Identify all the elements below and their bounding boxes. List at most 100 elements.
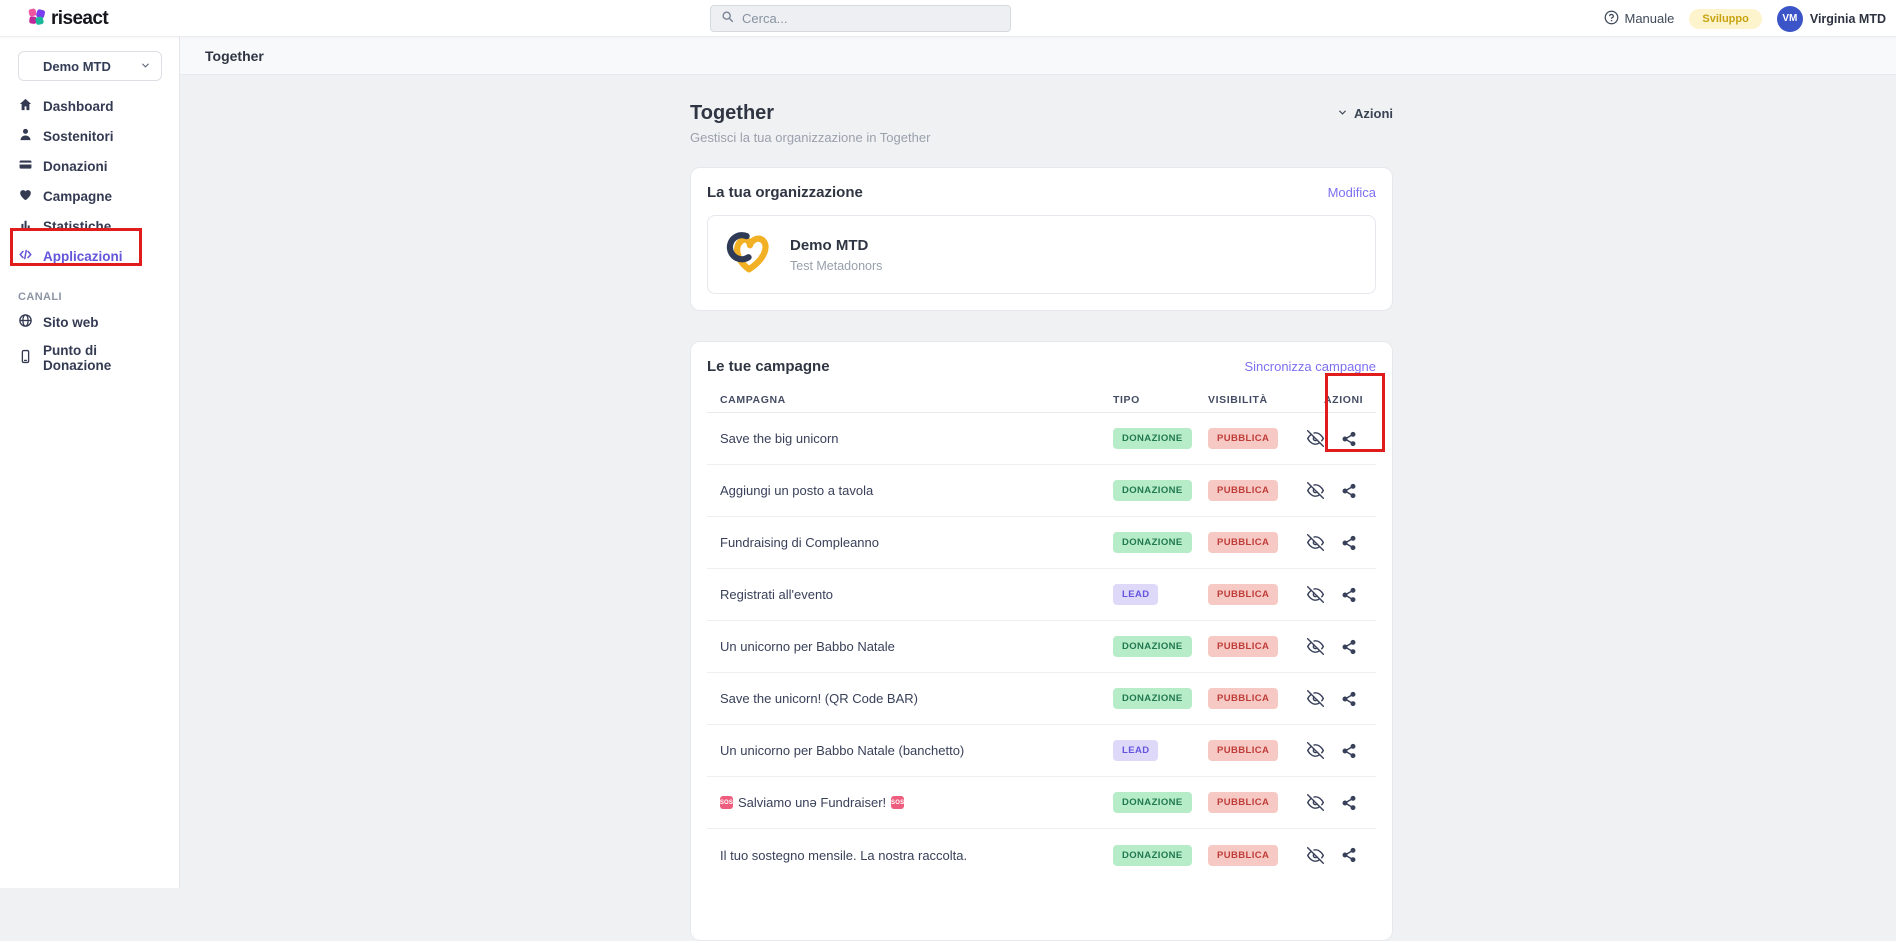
share-campaign-button[interactable] <box>1340 430 1358 448</box>
share-icon <box>1341 847 1357 863</box>
table-row[interactable]: SOS Salviamo unə Fundraiser! SOS DONAZIO… <box>707 777 1376 829</box>
type-badge: DONAZIONE <box>1113 688 1192 709</box>
campaign-name: Il tuo sostegno mensile. La nostra racco… <box>720 848 967 863</box>
edit-organization-link[interactable]: Modifica <box>1328 185 1376 200</box>
manual-link[interactable]: Manuale <box>1604 10 1675 28</box>
content-column: Together Gestisci la tua organizzazione … <box>690 75 1393 941</box>
table-row[interactable]: SOS Un unicorno per Babbo Natale SOS DON… <box>707 621 1376 673</box>
sidebar-item-punto-di-donazione[interactable]: Punto di Donazione <box>0 337 179 379</box>
main-area: Together Together Gestisci la tua organi… <box>180 37 1896 888</box>
eye-off-icon <box>1307 742 1324 759</box>
type-badge: LEAD <box>1113 584 1158 605</box>
top-bar: riseact Manuale Sviluppo VM Virginia MTD <box>0 0 1896 37</box>
topbar-right: Manuale Sviluppo VM Virginia MTD <box>1604 0 1887 37</box>
share-campaign-button[interactable] <box>1340 690 1358 708</box>
sidebar-item-statistiche[interactable]: Statistiche <box>0 211 179 241</box>
person-icon <box>18 127 33 145</box>
hide-campaign-button[interactable] <box>1306 794 1324 812</box>
sidebar-item-label: Campagne <box>43 189 112 204</box>
sidebar-section-canali: CANALI <box>0 287 179 307</box>
eye-off-icon <box>1307 482 1324 499</box>
sidebar-item-sostenitori[interactable]: Sostenitori <box>0 121 179 151</box>
table-row[interactable]: SOS Un unicorno per Babbo Natale (banche… <box>707 725 1376 777</box>
share-campaign-button[interactable] <box>1340 534 1358 552</box>
column-header-azioni: AZIONI <box>1304 394 1376 406</box>
organization-logo <box>724 227 774 282</box>
sidebar-item-label: Sito web <box>43 315 99 330</box>
sidebar-item-label: Sostenitori <box>43 129 114 144</box>
visibility-badge: PUBBLICA <box>1208 584 1278 605</box>
share-campaign-button[interactable] <box>1340 846 1358 864</box>
organization-item[interactable]: Demo MTD Test Metadonors <box>707 215 1376 294</box>
avatar: VM <box>1777 6 1803 32</box>
hide-campaign-button[interactable] <box>1306 534 1324 552</box>
help-circle-icon <box>1604 10 1619 28</box>
riseact-logo-icon <box>28 7 46 31</box>
share-icon <box>1341 639 1357 655</box>
hide-campaign-button[interactable] <box>1306 846 1324 864</box>
organization-selector-value: Demo MTD <box>43 59 111 74</box>
user-menu[interactable]: VM Virginia MTD <box>1777 6 1886 32</box>
hide-campaign-button[interactable] <box>1306 690 1324 708</box>
credit-card-icon <box>18 157 33 175</box>
campaign-name: Save the big unicorn <box>720 431 839 446</box>
sidebar-item-sito-web[interactable]: Sito web <box>0 307 179 337</box>
code-icon <box>18 247 33 265</box>
hide-campaign-button[interactable] <box>1306 742 1324 760</box>
share-icon <box>1341 795 1357 811</box>
type-badge: DONAZIONE <box>1113 636 1192 657</box>
organization-subtitle: Test Metadonors <box>790 259 882 273</box>
chart-icon <box>18 217 33 235</box>
type-badge: DONAZIONE <box>1113 428 1192 449</box>
share-campaign-button[interactable] <box>1340 794 1358 812</box>
eye-off-icon <box>1307 690 1324 707</box>
brand-logo[interactable]: riseact <box>28 0 108 37</box>
environment-badge: Sviluppo <box>1689 9 1761 29</box>
phone-icon <box>18 349 33 367</box>
home-icon <box>18 97 33 115</box>
hide-campaign-button[interactable] <box>1306 482 1324 500</box>
actions-dropdown-button[interactable]: Azioni <box>1337 106 1393 121</box>
campaign-name: Salviamo unə Fundraiser! <box>738 795 886 810</box>
search-input[interactable] <box>742 11 1000 26</box>
organization-card: La tua organizzazione Modifica Demo MTD … <box>690 167 1393 311</box>
chevron-down-icon <box>1337 106 1348 121</box>
organization-name: Demo MTD <box>790 237 882 254</box>
campaign-name: Save the unicorn! (QR Code BAR) <box>720 691 918 706</box>
share-campaign-button[interactable] <box>1340 586 1358 604</box>
sidebar-item-label: Donazioni <box>43 159 108 174</box>
campaigns-card: Le tue campagne Sincronizza campagne CAM… <box>690 341 1393 941</box>
table-row[interactable]: SOS Aggiungi un posto a tavola SOS DONAZ… <box>707 465 1376 517</box>
sidebar-item-donazioni[interactable]: Donazioni <box>0 151 179 181</box>
sidebar-item-dashboard[interactable]: Dashboard <box>0 91 179 121</box>
campaign-name: Registrati all'evento <box>720 587 833 602</box>
organization-selector[interactable]: Demo MTD <box>18 51 162 81</box>
visibility-badge: PUBBLICA <box>1208 480 1278 501</box>
organization-card-title: La tua organizzazione <box>707 184 863 201</box>
table-row[interactable]: SOS Save the unicorn! (QR Code BAR) SOS … <box>707 673 1376 725</box>
table-body: SOS Save the big unicorn SOS DONAZIONE P… <box>707 413 1376 881</box>
hide-campaign-button[interactable] <box>1306 586 1324 604</box>
sidebar-item-label: Applicazioni <box>43 249 123 264</box>
table-row[interactable]: SOS Fundraising di Compleanno SOS DONAZI… <box>707 517 1376 569</box>
sidebar-item-campagne[interactable]: Campagne <box>0 181 179 211</box>
visibility-badge: PUBBLICA <box>1208 740 1278 761</box>
share-icon <box>1341 535 1357 551</box>
share-icon <box>1341 483 1357 499</box>
sidebar-item-applicazioni[interactable]: Applicazioni <box>0 241 179 271</box>
table-row[interactable]: SOS Registrati all'evento SOS LEAD PUBBL… <box>707 569 1376 621</box>
share-campaign-button[interactable] <box>1340 742 1358 760</box>
hide-campaign-button[interactable] <box>1306 638 1324 656</box>
table-row[interactable]: SOS Il tuo sostegno mensile. La nostra r… <box>707 829 1376 881</box>
type-badge: LEAD <box>1113 740 1158 761</box>
global-search[interactable] <box>710 5 1011 32</box>
user-name: Virginia MTD <box>1810 12 1886 26</box>
hide-campaign-button[interactable] <box>1306 430 1324 448</box>
share-campaign-button[interactable] <box>1340 638 1358 656</box>
share-icon <box>1341 587 1357 603</box>
share-campaign-button[interactable] <box>1340 482 1358 500</box>
campaign-name: Un unicorno per Babbo Natale <box>720 639 895 654</box>
share-icon <box>1341 691 1357 707</box>
sync-campaigns-link[interactable]: Sincronizza campagne <box>1244 359 1376 374</box>
table-row[interactable]: SOS Save the big unicorn SOS DONAZIONE P… <box>707 413 1376 465</box>
